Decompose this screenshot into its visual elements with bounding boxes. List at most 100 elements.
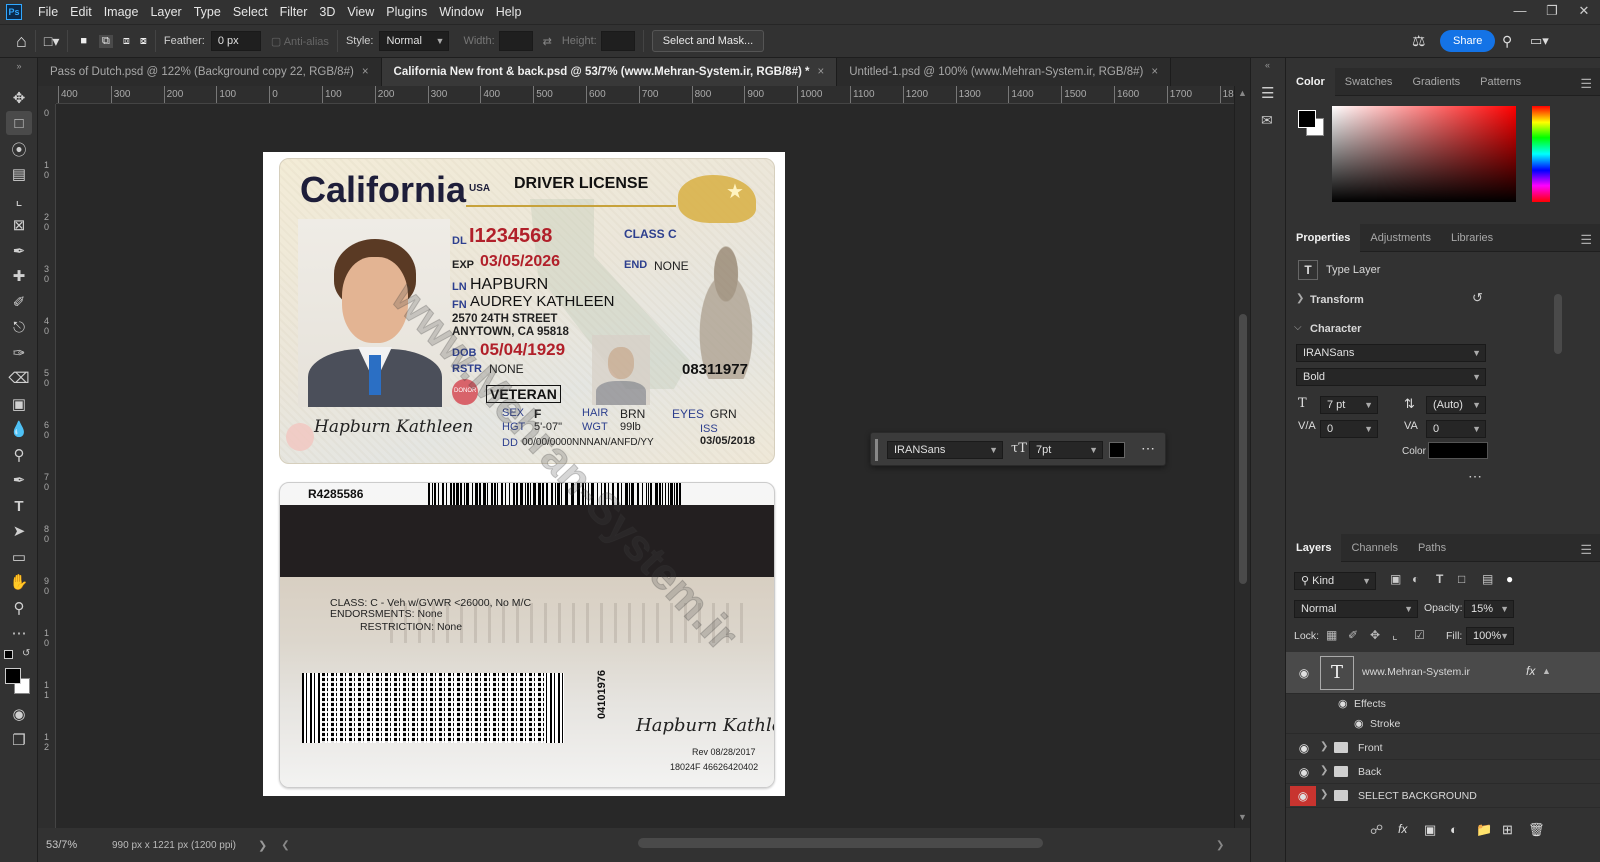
new-selection-icon[interactable]: ■ xyxy=(80,35,87,47)
menu-file[interactable]: File xyxy=(32,5,64,19)
filter-toggle-icon[interactable]: ● xyxy=(1506,572,1513,586)
menu-image[interactable]: Image xyxy=(98,5,145,19)
new-group-icon[interactable]: 📁 xyxy=(1476,822,1492,838)
link-layers-icon[interactable]: ☍ xyxy=(1370,822,1383,838)
feather-input[interactable]: 0 px xyxy=(210,31,261,51)
document-tab[interactable]: Pass of Dutch.psd @ 122% (Background cop… xyxy=(38,58,382,86)
opacity-input[interactable]: 15% ▼ xyxy=(1464,600,1514,618)
menu-filter[interactable]: Filter xyxy=(274,5,314,19)
prop-style-select[interactable]: Bold ▼ xyxy=(1296,368,1486,386)
visibility-eye-icon[interactable]: ◉ xyxy=(1296,741,1312,755)
group-expand-icon[interactable]: ❯ xyxy=(1320,789,1328,800)
marquee-tool-preset-icon[interactable]: □▾ xyxy=(44,33,59,50)
group-expand-icon[interactable]: ❯ xyxy=(1320,741,1328,752)
intersect-selection-icon[interactable]: ⧇ xyxy=(140,35,147,48)
zoom-level[interactable]: 53/7% xyxy=(46,839,90,851)
layers-tab-paths[interactable]: Paths xyxy=(1408,534,1456,562)
vertical-scroll-thumb[interactable] xyxy=(1239,314,1247,584)
close-tab-icon[interactable]: × xyxy=(817,66,824,78)
style-select[interactable]: Normal ▼ xyxy=(379,31,450,51)
home-icon[interactable]: ⌂ xyxy=(16,31,27,52)
select-and-mask-button[interactable]: Select and Mask... xyxy=(651,30,765,52)
document-tab[interactable]: California New front & back.psd @ 53/7% … xyxy=(381,58,838,86)
layer-row-effects[interactable]: ◉ Effects xyxy=(1286,694,1600,714)
stroke-eye-icon[interactable]: ◉ xyxy=(1354,717,1364,730)
layers-tab-layers[interactable]: Layers xyxy=(1286,533,1342,562)
share-button[interactable]: Share xyxy=(1440,30,1496,52)
filter-type-icon[interactable]: T xyxy=(1436,572,1443,586)
foreground-color-swatch[interactable] xyxy=(5,668,21,684)
default-colors-icon[interactable] xyxy=(4,650,13,659)
menu-plugins[interactable]: Plugins xyxy=(380,5,433,19)
prop-font-select[interactable]: IRANSans ▼ xyxy=(1296,344,1486,362)
rectangle-tool-icon[interactable]: ▭ xyxy=(6,545,32,569)
color-picker-field[interactable] xyxy=(1332,106,1516,202)
blur-tool-icon[interactable]: 💧 xyxy=(6,417,32,441)
add-selection-icon[interactable]: ⧉ xyxy=(99,34,113,48)
zoom-tool-icon[interactable]: ⚲ xyxy=(6,596,32,620)
adjustment-layer-icon[interactable]: ◐ xyxy=(1450,822,1458,837)
visibility-eye-icon[interactable]: ◉ xyxy=(1290,786,1316,806)
color-tab-patterns[interactable]: Patterns xyxy=(1470,68,1531,96)
layer-row-watermark[interactable]: ◉ T www.Mehran-System.ir fx ▲ xyxy=(1286,652,1600,694)
float-size-select[interactable]: 7pt ▼ xyxy=(1029,441,1103,459)
layer-row-front[interactable]: ◉ ❯ Front xyxy=(1286,736,1600,760)
close-window-icon[interactable]: ✕ xyxy=(1568,0,1600,22)
search-icon[interactable]: ⚲ xyxy=(1502,33,1512,50)
move-tool-icon[interactable]: ✥ xyxy=(6,86,32,110)
visibility-eye-icon[interactable]: ◉ xyxy=(1296,666,1312,680)
menu-view[interactable]: View xyxy=(341,5,380,19)
menu-window[interactable]: Window xyxy=(433,5,489,19)
prop-size-input[interactable]: 7 pt ▼ xyxy=(1320,396,1378,414)
scroll-down-icon[interactable]: ▼ xyxy=(1238,812,1247,822)
color-tab-gradients[interactable]: Gradients xyxy=(1402,68,1470,96)
fx-icon[interactable]: fx xyxy=(1526,664,1535,678)
gradient-tool-icon[interactable]: ▣ xyxy=(6,392,32,416)
visibility-eye-icon[interactable]: ◉ xyxy=(1296,765,1312,779)
quick-mask-icon[interactable]: ◉ xyxy=(6,702,32,726)
properties-scrollbar[interactable] xyxy=(1554,294,1562,354)
drag-handle[interactable] xyxy=(875,439,878,461)
object-select-tool-icon[interactable]: ▤ xyxy=(6,162,32,186)
flask-icon[interactable]: ⚖ xyxy=(1412,32,1425,50)
prop-leading-input[interactable]: (Auto) ▼ xyxy=(1426,396,1486,414)
healing-brush-tool-icon[interactable]: ✚ xyxy=(6,264,32,288)
color-panel-menu-icon[interactable]: ☰ xyxy=(1580,76,1592,92)
props-tab-properties[interactable]: Properties xyxy=(1286,223,1361,252)
menu-3d[interactable]: 3D xyxy=(313,5,341,19)
lock-transparent-icon[interactable]: ▦ xyxy=(1326,628,1337,642)
scroll-up-icon[interactable]: ▲ xyxy=(1238,88,1247,98)
scroll-right-icon[interactable]: ❯ xyxy=(1216,840,1224,851)
reset-transform-icon[interactable]: ↺ xyxy=(1472,290,1483,306)
blend-mode-select[interactable]: Normal ▼ xyxy=(1294,600,1418,618)
vertical-ruler[interactable]: 0 1 0 2 0 3 0 4 0 5 0 6 0 7 0 8 0 9 0 1 0 1 1 1 2 xyxy=(38,104,56,828)
layer-row-select-background[interactable]: ◉ ❯ SELECT BACKGROUND xyxy=(1286,784,1600,808)
strip-collapse-icon[interactable]: « xyxy=(1265,60,1270,70)
antialias-checkbox[interactable]: ▢ Anti-alias xyxy=(271,35,329,48)
marquee-tool-icon[interactable]: □ xyxy=(6,111,32,135)
prop-more-icon[interactable]: ⋯ xyxy=(1468,468,1482,485)
prop-color-swatch[interactable] xyxy=(1428,442,1488,459)
color-tab-swatches[interactable]: Swatches xyxy=(1335,68,1403,96)
hue-slider[interactable] xyxy=(1532,106,1550,202)
vertical-scrollbar[interactable]: ▲ ▼ xyxy=(1234,86,1250,828)
workspace-icon[interactable]: ▭▾ xyxy=(1530,33,1549,49)
history-panel-icon[interactable]: ☰ xyxy=(1261,84,1274,102)
color-fg-swatch[interactable] xyxy=(1298,110,1316,128)
filter-shape-icon[interactable]: □ xyxy=(1458,572,1465,586)
lock-all-icon[interactable]: ☑ xyxy=(1414,628,1425,642)
float-color-swatch[interactable] xyxy=(1109,442,1125,458)
layer-row-stroke[interactable]: ◉ Stroke xyxy=(1286,714,1600,734)
width-input[interactable] xyxy=(498,31,533,51)
menu-layer[interactable]: Layer xyxy=(144,5,187,19)
color-tab-color[interactable]: Color xyxy=(1286,67,1335,96)
swap-colors-icon[interactable]: ↺ xyxy=(22,648,30,659)
menu-edit[interactable]: Edit xyxy=(64,5,98,19)
eyedropper-tool-icon[interactable]: ✒ xyxy=(6,239,32,263)
frame-tool-icon[interactable]: ⊠ xyxy=(6,213,32,237)
crop-tool-icon[interactable]: ⌞ xyxy=(6,188,32,212)
close-tab-icon[interactable]: × xyxy=(1151,66,1158,78)
filter-smart-icon[interactable]: ▤ xyxy=(1482,572,1493,586)
add-style-icon[interactable]: fx xyxy=(1398,822,1407,836)
horizontal-scroll-thumb[interactable] xyxy=(638,838,1043,848)
